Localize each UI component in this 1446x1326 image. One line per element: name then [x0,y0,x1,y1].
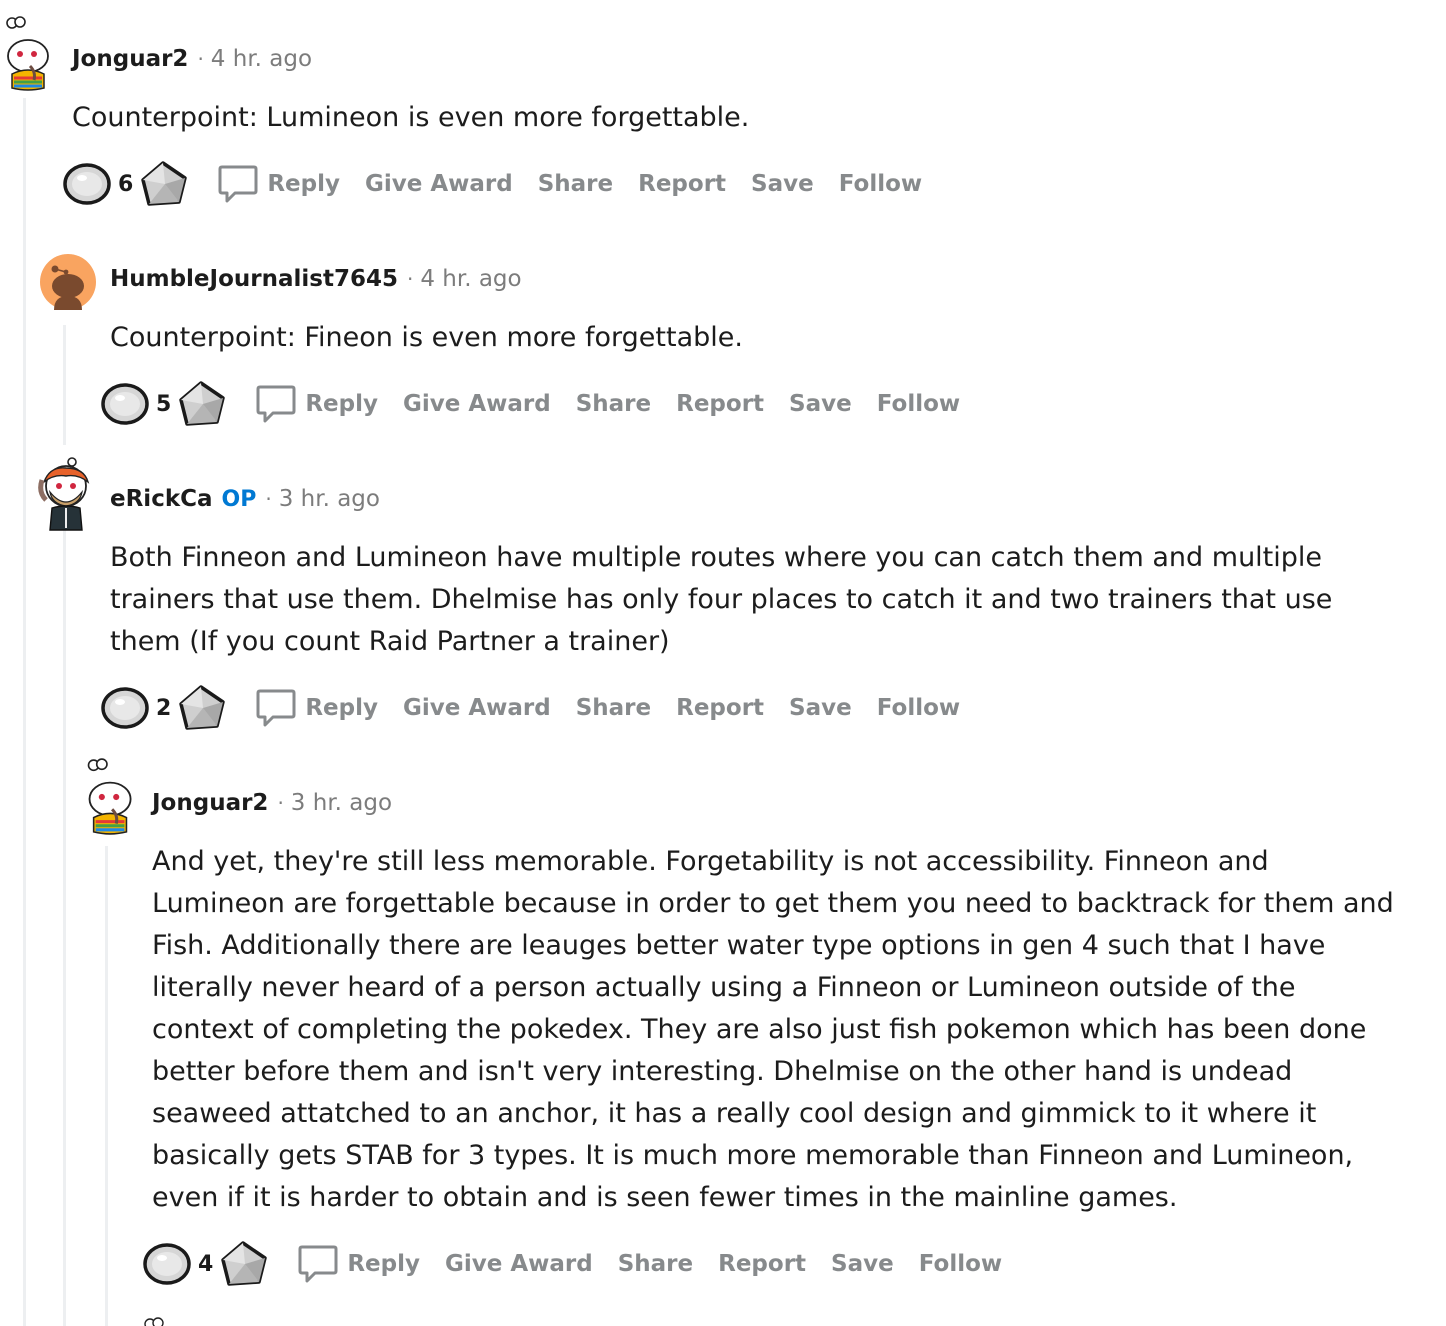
report-button[interactable]: Report [638,171,726,197]
comment-timestamp[interactable]: 4 hr. ago [420,266,521,292]
follow-button[interactable]: Follow [839,171,922,197]
comment-author[interactable]: eRickCa [110,486,213,512]
follow-button[interactable]: Follow [919,1251,1002,1277]
gem-upvote-icon[interactable] [100,381,150,427]
share-button[interactable]: Share [538,171,613,197]
separator-dot: · [277,791,284,815]
thread-line-level-1[interactable] [23,98,26,1326]
user-avatar-snoo-bearded[interactable] [36,456,96,532]
comment-actions: 6 Reply Give Award Share Report Save Fol… [62,160,947,208]
follow-button[interactable]: Follow [877,695,960,721]
speech-bubble-icon[interactable] [255,383,297,425]
comment-body: Counterpoint: Fineon is even more forget… [110,322,743,353]
reply-button[interactable]: Reply [305,695,378,721]
reply-button[interactable]: Reply [305,391,378,417]
comment-body: Counterpoint: Lumineon is even more forg… [72,102,750,133]
vote-score: 2 [156,695,172,721]
save-button[interactable]: Save [751,171,814,197]
user-avatar-snoo-partial[interactable] [142,1314,172,1326]
vote-score: 4 [198,1251,214,1277]
user-avatar-snoo[interactable] [0,16,52,92]
gem-downvote-icon[interactable] [219,1240,269,1288]
comment-actions: 5 Reply Give Award Share Report Save Fol… [100,380,985,428]
separator-dot: · [406,267,414,291]
op-badge: OP [221,486,257,512]
comment-timestamp[interactable]: 3 hr. ago [279,486,380,512]
user-avatar-default[interactable] [40,254,96,310]
comment-actions: 2 Reply Give Award Share Report Save Fol… [100,684,985,732]
comment-actions: 4 Reply Give Award Share Report Save Fol… [142,1240,1027,1288]
user-avatar-snoo[interactable] [80,758,136,836]
thread-line-level-3[interactable] [105,846,108,1326]
save-button[interactable]: Save [789,695,852,721]
reply-button[interactable]: Reply [267,171,340,197]
separator-dot: · [197,47,204,71]
vote-score: 5 [156,391,172,417]
save-button[interactable]: Save [789,391,852,417]
comment-body: And yet, they're still less memorable. F… [152,846,1394,1213]
reply-button[interactable]: Reply [347,1251,420,1277]
give-award-button[interactable]: Give Award [365,171,513,197]
give-award-button[interactable]: Give Award [403,695,551,721]
gem-upvote-icon[interactable] [62,161,112,207]
comment-author[interactable]: HumbleJournalist7645 [110,266,398,292]
comment-timestamp[interactable]: 3 hr. ago [291,790,392,816]
comment-timestamp[interactable]: 4 hr. ago [211,46,312,72]
gem-downvote-icon[interactable] [139,160,189,208]
comment-body: Both Finneon and Lumineon have multiple … [110,542,1333,657]
gem-downvote-icon[interactable] [177,380,227,428]
vote-score: 6 [118,171,134,197]
thread-line-level-2[interactable] [63,325,66,445]
separator-dot: · [265,487,272,511]
share-button[interactable]: Share [618,1251,693,1277]
report-button[interactable]: Report [676,391,764,417]
speech-bubble-icon[interactable] [217,163,259,205]
share-button[interactable]: Share [576,391,651,417]
report-button[interactable]: Report [718,1251,806,1277]
comment-author[interactable]: Jonguar2 [152,790,268,816]
thread-line-level-2b[interactable] [63,528,66,1326]
gem-downvote-icon[interactable] [177,684,227,732]
give-award-button[interactable]: Give Award [445,1251,593,1277]
give-award-button[interactable]: Give Award [403,391,551,417]
save-button[interactable]: Save [831,1251,894,1277]
speech-bubble-icon[interactable] [255,687,297,729]
comment-author[interactable]: Jonguar2 [72,46,188,72]
report-button[interactable]: Report [676,695,764,721]
gem-upvote-icon[interactable] [100,685,150,731]
share-button[interactable]: Share [576,695,651,721]
speech-bubble-icon[interactable] [297,1243,339,1285]
gem-upvote-icon[interactable] [142,1241,192,1287]
follow-button[interactable]: Follow [877,391,960,417]
